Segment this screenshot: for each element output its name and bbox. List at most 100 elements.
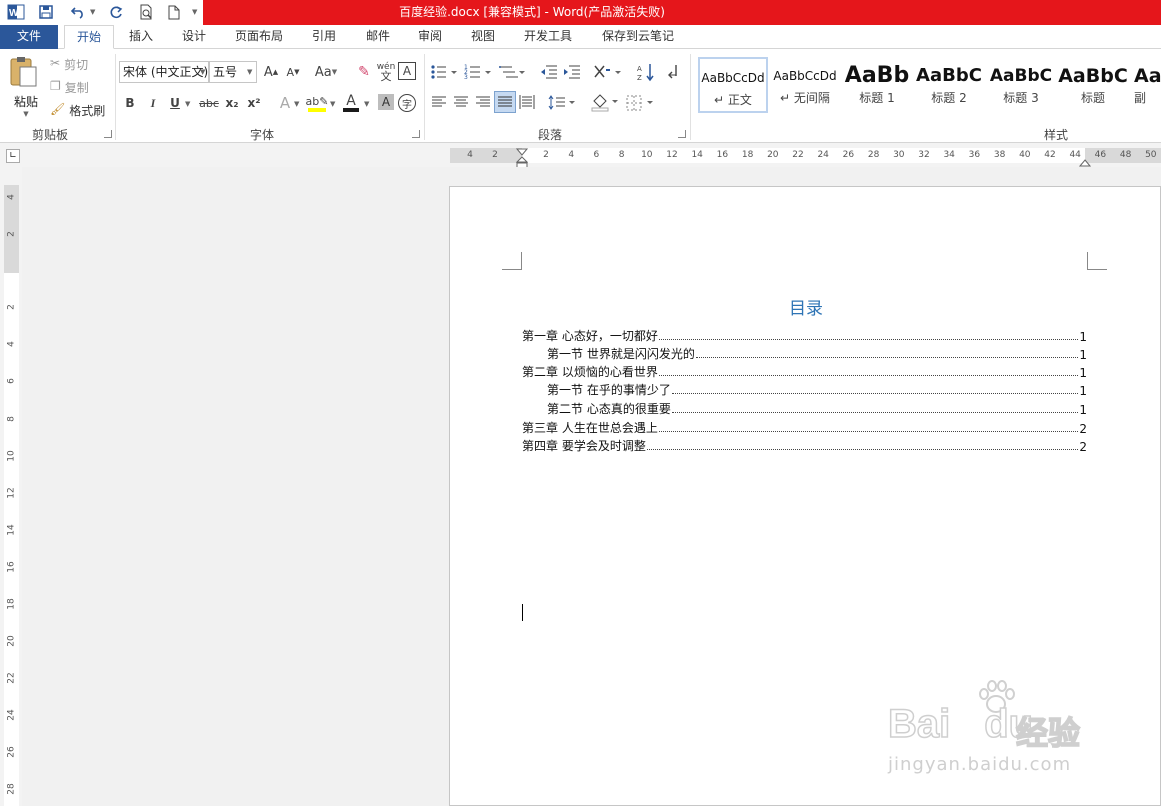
font-size-dropdown-icon[interactable]: ▼ [247, 68, 252, 76]
print-preview-icon[interactable] [136, 2, 156, 22]
style-sample: AaBbC [916, 65, 982, 86]
borders-button[interactable] [626, 94, 656, 112]
tab-insert[interactable]: 插入 [120, 25, 162, 49]
align-left-button[interactable] [431, 94, 447, 110]
ruler-tick: 42 [1044, 150, 1056, 160]
style-sample: AaBbC [989, 66, 1053, 86]
enclose-characters-button[interactable]: 字 [398, 94, 416, 112]
divider [115, 54, 116, 140]
customize-toolbar-icon[interactable]: ▼ [192, 8, 197, 16]
style-heading-1[interactable]: AaBb 标题 1 [842, 57, 912, 113]
ruler-tick: 12 [666, 150, 678, 160]
font-name-select[interactable]: 宋体 (中文正文) [119, 61, 209, 83]
bullets-button[interactable] [430, 62, 458, 82]
ruler-tick: 6 [593, 150, 600, 160]
superscript-button[interactable]: x² [245, 94, 263, 112]
undo-dropdown-icon[interactable]: ▼ [90, 8, 95, 16]
style-heading-2[interactable]: AaBbC 标题 2 [914, 57, 984, 113]
tab-design[interactable]: 设计 [172, 25, 216, 49]
shading-button[interactable] [590, 92, 620, 112]
style-heading-3[interactable]: AaBbC 标题 3 [986, 57, 1056, 113]
font-color-button[interactable]: A [342, 92, 360, 114]
increase-indent-button[interactable] [563, 62, 581, 82]
ruler-tick: 2 [492, 150, 498, 160]
tab-save-cloud-note[interactable]: 保存到云笔记 [592, 25, 684, 49]
cut-button[interactable]: ✂ 剪切 [50, 56, 88, 73]
font-launcher-icon[interactable] [412, 130, 420, 138]
format-painter-button[interactable]: 🖌 格式刷 [50, 102, 105, 119]
strikethrough-button[interactable]: abc [198, 94, 220, 112]
justify-button[interactable] [494, 91, 516, 113]
style-sample: AaBbC [1058, 65, 1128, 87]
ruler-tick: 32 [918, 150, 930, 160]
align-right-button[interactable] [475, 94, 491, 110]
tab-review[interactable]: 审阅 [408, 25, 452, 49]
clear-formatting-icon[interactable]: ✎ [354, 62, 374, 82]
new-document-icon[interactable] [164, 2, 184, 22]
paragraph-launcher-icon[interactable] [678, 130, 686, 138]
save-icon[interactable] [36, 2, 56, 22]
right-indent-marker[interactable] [1078, 156, 1092, 167]
undo-icon[interactable] [66, 2, 90, 22]
change-case-icon[interactable]: Aa ▼ [312, 62, 340, 82]
toc-entry[interactable]: 第四章 要学会及时调整 2 [522, 436, 1087, 454]
underline-dropdown-icon[interactable]: ▼ [185, 100, 190, 108]
tab-mailings[interactable]: 邮件 [356, 25, 400, 49]
svg-text:A: A [637, 65, 642, 73]
style-normal[interactable]: AaBbCcDd ↵ 正文 [698, 57, 768, 113]
highlight-dropdown-icon[interactable]: ▼ [330, 100, 335, 108]
highlight-color-button[interactable]: ab✎ [306, 92, 328, 114]
style-no-spacing[interactable]: AaBbCcDd ↵ 无间隔 [770, 57, 840, 113]
paste-button[interactable]: 粘贴 ▼ [8, 56, 44, 118]
chinese-layout-button[interactable] [592, 62, 622, 82]
toc-entry[interactable]: 第二节 心态真的很重要 1 [547, 399, 1087, 417]
tab-view[interactable]: 视图 [461, 25, 505, 49]
sort-button[interactable]: AZ [636, 62, 656, 82]
tab-file[interactable]: 文件 [0, 25, 58, 49]
grow-font-icon[interactable]: A ▲ [262, 62, 280, 82]
phonetic-guide-icon[interactable]: wén 文 [376, 60, 396, 84]
redo-icon[interactable] [106, 2, 126, 22]
tab-selector-icon[interactable]: ∟ [6, 149, 20, 163]
font-name-dropdown-icon[interactable]: ▼ [200, 68, 205, 76]
style-title[interactable]: AaBbC 标题 [1058, 57, 1128, 113]
toc-entry[interactable]: 第一节 世界就是闪闪发光的 1 [547, 344, 1087, 362]
numbered-list-icon: 123 [464, 64, 491, 81]
highlighter-icon: ab✎ [305, 94, 329, 108]
toc-entry[interactable]: 第二章 以烦恼的心看世界 1 [522, 362, 1087, 380]
vertical-ruler-tick: 28 [6, 783, 17, 795]
toc-entry[interactable]: 第一章 心态好，一切都好 1 [522, 326, 1087, 344]
tab-references[interactable]: 引用 [302, 25, 346, 49]
tab-home[interactable]: 开始 [64, 25, 114, 49]
character-shading-button[interactable]: A [378, 94, 394, 110]
show-marks-button[interactable] [666, 62, 682, 82]
copy-button[interactable]: ❐ 复制 [50, 79, 89, 96]
margin-corner-mark [502, 252, 522, 270]
font-color-dropdown-icon[interactable]: ▼ [364, 100, 369, 108]
character-border-icon[interactable]: A [398, 62, 416, 80]
clipboard-launcher-icon[interactable] [104, 130, 112, 138]
tab-layout[interactable]: 页面布局 [226, 25, 292, 49]
first-line-indent-marker[interactable] [515, 145, 529, 156]
decrease-indent-button[interactable] [540, 62, 558, 82]
toc-entry[interactable]: 第一节 在乎的事情少了 1 [547, 380, 1087, 398]
text-cursor [522, 604, 523, 621]
numbering-button[interactable]: 123 [464, 62, 492, 82]
multilevel-list-icon [499, 66, 525, 78]
line-spacing-button[interactable] [548, 94, 576, 112]
align-center-button[interactable] [453, 94, 469, 110]
style-subtitle[interactable]: Aa 副 [1130, 57, 1161, 113]
word-app-icon: W [6, 2, 26, 22]
subscript-button[interactable]: x₂ [223, 94, 241, 112]
multilevel-list-button[interactable] [498, 62, 526, 82]
toc-entry[interactable]: 第三章 人生在世总会遇上 2 [522, 418, 1087, 436]
italic-button[interactable]: I [145, 94, 161, 112]
text-effects-dropdown-icon[interactable]: ▼ [294, 100, 299, 108]
text-effects-button[interactable]: A [276, 94, 294, 112]
bold-button[interactable]: B [122, 94, 138, 112]
underline-button[interactable]: U [167, 94, 183, 112]
tab-developer[interactable]: 开发工具 [514, 25, 582, 49]
vertical-ruler-tick: 12 [6, 487, 17, 499]
distributed-button[interactable] [519, 94, 535, 110]
shrink-font-icon[interactable]: A ▼ [284, 62, 302, 82]
